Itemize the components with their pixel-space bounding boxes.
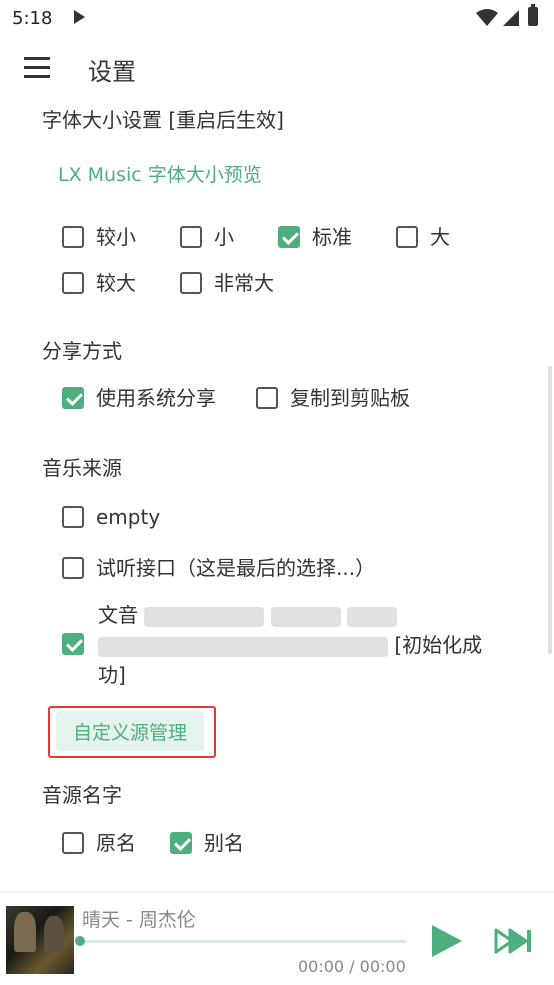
checkbox-checked[interactable] <box>62 387 84 409</box>
scrollbar[interactable] <box>548 366 552 654</box>
music-source-option-empty[interactable]: empty <box>62 505 160 529</box>
source-name-option-original[interactable]: 原名 <box>62 831 136 855</box>
checkbox[interactable] <box>62 226 84 248</box>
checkbox[interactable] <box>62 506 84 528</box>
music-source-custom-label: 文音 [初始化成 功] <box>98 603 483 687</box>
checkbox[interactable] <box>256 387 278 409</box>
font-size-option-larger[interactable]: 较大 <box>62 271 136 295</box>
play-icon[interactable] <box>428 923 464 959</box>
checkbox-checked[interactable] <box>62 633 84 655</box>
progress-thumb[interactable] <box>75 936 85 946</box>
page-title: 设置 <box>88 58 136 86</box>
player-bar: 晴天 - 周杰伦 00:00 / 00:00 <box>0 893 554 985</box>
music-source-option-trial[interactable]: 试听接口（这是最后的选择...） <box>62 556 375 580</box>
source-name-option-alias[interactable]: 别名 <box>170 831 244 855</box>
battery-icon <box>528 4 538 26</box>
share-option-system[interactable]: 使用系统分享 <box>62 386 216 410</box>
font-size-option-standard[interactable]: 标准 <box>278 225 352 249</box>
font-size-option-huge[interactable]: 非常大 <box>180 271 274 295</box>
signal-icon <box>503 10 519 26</box>
checkbox-checked[interactable] <box>170 832 192 854</box>
album-cover[interactable] <box>6 906 74 974</box>
app-bar: 设置 <box>0 38 554 98</box>
play-time: 00:00 / 00:00 <box>298 957 406 976</box>
checkbox[interactable] <box>396 226 418 248</box>
menu-icon[interactable] <box>24 57 50 79</box>
media-playing-icon <box>74 10 85 24</box>
checkbox[interactable] <box>180 226 202 248</box>
next-track-icon[interactable] <box>494 927 534 955</box>
checkbox[interactable] <box>62 272 84 294</box>
wifi-icon <box>476 9 498 26</box>
music-source-section-title: 音乐来源 <box>42 456 122 480</box>
checkbox[interactable] <box>62 832 84 854</box>
checkbox[interactable] <box>180 272 202 294</box>
share-section-title: 分享方式 <box>42 339 122 363</box>
checkbox-checked[interactable] <box>278 226 300 248</box>
font-size-preview: LX Music 字体大小预览 <box>58 164 262 186</box>
checkbox[interactable] <box>62 557 84 579</box>
font-size-option-small[interactable]: 小 <box>180 225 234 249</box>
custom-source-manage-button[interactable]: 自定义源管理 <box>56 711 204 751</box>
blurred-text <box>98 636 388 657</box>
font-size-option-smaller[interactable]: 较小 <box>62 225 136 249</box>
blurred-text <box>347 606 398 627</box>
share-option-clipboard[interactable]: 复制到剪贴板 <box>256 386 410 410</box>
blurred-text <box>144 606 265 627</box>
song-title[interactable]: 晴天 - 周杰伦 <box>82 905 196 932</box>
font-size-section-title: 字体大小设置 [重启后生效] <box>42 108 284 132</box>
source-name-section-title: 音源名字 <box>42 783 122 807</box>
blurred-text <box>270 606 341 627</box>
font-size-option-large[interactable]: 大 <box>396 225 450 249</box>
status-bar: 5:18 <box>0 0 554 38</box>
status-time: 5:18 <box>12 8 53 29</box>
progress-bar[interactable] <box>80 940 406 943</box>
